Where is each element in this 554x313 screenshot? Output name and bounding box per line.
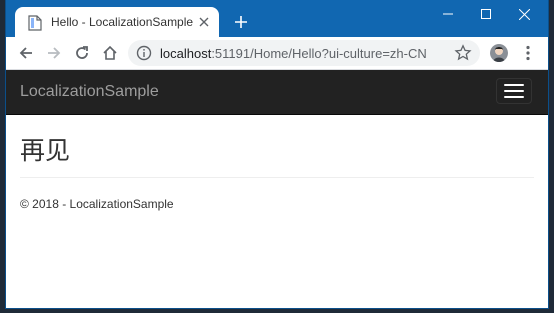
hamburger-icon[interactable] bbox=[496, 78, 532, 104]
page-icon bbox=[28, 15, 42, 31]
more-icon[interactable] bbox=[518, 43, 538, 63]
home-icon[interactable] bbox=[98, 41, 122, 65]
plus-icon[interactable] bbox=[231, 12, 251, 32]
hamburger-bar bbox=[504, 84, 524, 86]
star-icon[interactable] bbox=[454, 44, 472, 62]
browser-window: Hello - LocalizationSample localhost:511… bbox=[6, 0, 548, 308]
tab-title: Hello - LocalizationSample bbox=[51, 15, 194, 29]
back-icon[interactable] bbox=[14, 41, 38, 65]
url-host: localhost bbox=[160, 46, 212, 61]
reload-icon[interactable] bbox=[70, 41, 94, 65]
brand-link[interactable]: LocalizationSample bbox=[20, 83, 159, 101]
site-navbar: LocalizationSample bbox=[6, 70, 548, 115]
forward-icon[interactable] bbox=[42, 41, 66, 65]
browser-toolbar: localhost:51191/Home/Hello?ui-culture=zh… bbox=[6, 37, 548, 70]
close-icon[interactable] bbox=[195, 13, 213, 31]
address-bar[interactable]: localhost:51191/Home/Hello?ui-culture=zh… bbox=[128, 40, 480, 66]
info-icon[interactable] bbox=[136, 45, 152, 61]
url-text: localhost:51191/Home/Hello?ui-culture=zh… bbox=[160, 46, 427, 61]
footer-text: © 2018 - LocalizationSample bbox=[20, 197, 174, 211]
title-bar: Hello - LocalizationSample bbox=[6, 0, 548, 37]
close-icon[interactable] bbox=[506, 0, 542, 28]
page-title: 再见 bbox=[20, 136, 71, 165]
divider bbox=[20, 177, 534, 178]
hamburger-bar bbox=[504, 90, 524, 92]
avatar[interactable] bbox=[490, 44, 508, 62]
maximize-icon[interactable] bbox=[468, 0, 504, 28]
browser-tab[interactable]: Hello - LocalizationSample bbox=[15, 7, 219, 37]
url-path: :51191/Home/Hello?ui-culture=zh-CN bbox=[211, 46, 427, 61]
minimize-icon[interactable] bbox=[430, 0, 466, 28]
hamburger-bar bbox=[504, 96, 524, 98]
